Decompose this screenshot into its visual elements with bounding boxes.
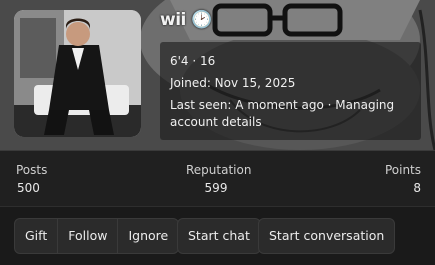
start-conversation-group: Start conversation — [258, 218, 396, 254]
follow-button[interactable]: Follow — [58, 219, 119, 253]
avatar-image — [14, 10, 141, 137]
stat-posts-label: Posts — [16, 163, 48, 177]
stat-points-value: 8 — [413, 181, 421, 195]
avatar[interactable] — [14, 10, 141, 137]
profile-height-age: 6'4 · 16 — [170, 54, 216, 68]
stat-reputation[interactable]: Reputation 599 — [186, 163, 252, 195]
stat-reputation-label: Reputation — [186, 163, 252, 177]
profile-last-seen: Last seen: A moment ago · Managing — [170, 98, 395, 112]
profile-info-panel: 6'4 · 16 Joined: Nov 15, 2025 Last seen:… — [160, 42, 421, 140]
start-conversation-button[interactable]: Start conversation — [259, 219, 394, 253]
profile-joined: Joined: Nov 15, 2025 — [170, 76, 296, 90]
stat-points[interactable]: Points 8 — [385, 163, 421, 195]
stat-posts[interactable]: Posts 500 — [16, 163, 47, 195]
start-chat-button[interactable]: Start chat — [178, 219, 260, 253]
start-chat-group: Start chat — [177, 218, 261, 254]
stat-reputation-value: 599 — [204, 181, 228, 195]
ignore-button[interactable]: Ignore — [118, 219, 178, 253]
cover-overlay-text: wii 🕑 — [160, 10, 212, 30]
stat-points-label: Points — [384, 163, 421, 177]
profile-stats: Posts 500 Reputation 599 Points 8 — [0, 150, 435, 207]
gift-button[interactable]: Gift — [15, 219, 59, 253]
member-actions-group: Gift Follow Ignore — [14, 218, 180, 254]
profile-last-seen-activity: account details — [170, 115, 262, 129]
stat-posts-value: 500 — [17, 181, 40, 195]
